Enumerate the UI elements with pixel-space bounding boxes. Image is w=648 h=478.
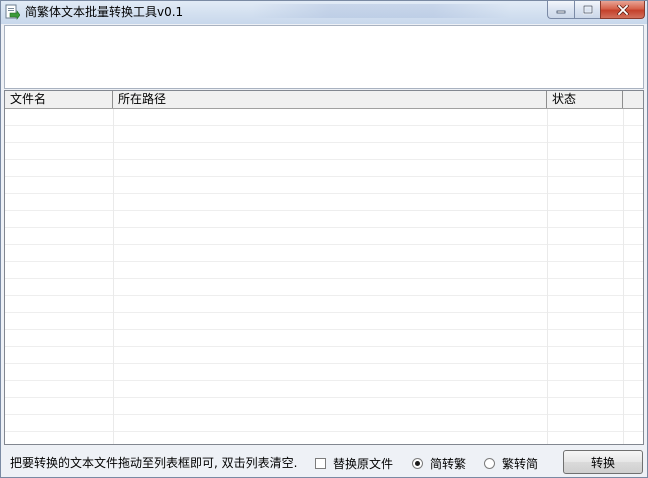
column-header-path[interactable]: 所在路径: [113, 91, 547, 108]
minimize-button[interactable]: [547, 1, 574, 19]
file-list-header: 文件名 所在路径 状态: [5, 91, 643, 109]
close-button[interactable]: [600, 1, 645, 19]
radio-traditional-to-simplified[interactable]: 繁转简: [484, 455, 538, 471]
file-list-body[interactable]: [5, 109, 643, 444]
bottom-bar: 把要转换的文本文件拖动至列表框即可, 双击列表清空. 替换原文件 简转繁 繁转简…: [1, 447, 647, 477]
maximize-button[interactable]: [574, 1, 600, 19]
file-list[interactable]: 文件名 所在路径 状态: [4, 90, 644, 445]
radio-simplified-to-traditional[interactable]: 简转繁: [412, 455, 466, 471]
checkbox-box[interactable]: [315, 457, 326, 469]
maximize-icon: [582, 4, 593, 14]
replace-original-checkbox[interactable]: 替换原文件: [315, 455, 393, 471]
caption-buttons: [547, 1, 645, 19]
column-header-filename[interactable]: 文件名: [5, 91, 113, 108]
radio-dot-selected[interactable]: [412, 457, 423, 469]
window-title: 简繁体文本批量转换工具v0.1: [25, 5, 184, 19]
radio-dot[interactable]: [484, 457, 495, 469]
column-header-status[interactable]: 状态: [547, 91, 623, 108]
top-panel: [4, 25, 644, 89]
minimize-icon: [556, 10, 566, 13]
close-icon: [616, 4, 629, 15]
replace-original-label: 替换原文件: [333, 456, 394, 471]
title-bar-background-blur: [251, 4, 511, 18]
convert-button[interactable]: 转换: [563, 450, 643, 474]
title-bar[interactable]: 简繁体文本批量转换工具v0.1: [1, 1, 647, 24]
drag-hint-text: 把要转换的文本文件拖动至列表框即可, 双击列表清空.: [10, 456, 298, 470]
column-header-filler[interactable]: [623, 91, 643, 108]
radio-label-simplified-to-traditional: 简转繁: [430, 456, 467, 471]
app-icon[interactable]: [4, 4, 20, 20]
radio-label-traditional-to-simplified: 繁转简: [502, 456, 539, 471]
app-window: 简繁体文本批量转换工具v0.1 文件名 所在路径 状态 把要转换的文本文件拖动至…: [0, 0, 648, 478]
